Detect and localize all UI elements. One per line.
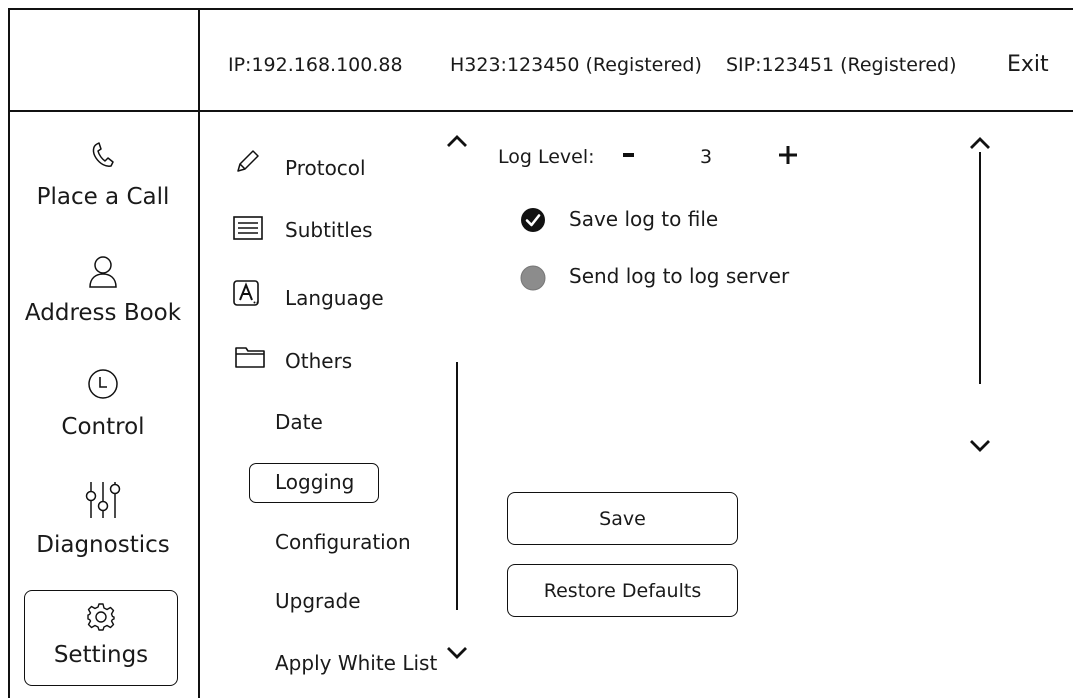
restore-defaults-button[interactable]: Restore Defaults — [507, 564, 738, 617]
sidebar-item-label: Settings — [53, 642, 149, 668]
log-level-label: Log Level: — [498, 146, 595, 168]
save-log-to-file-checkbox[interactable] — [520, 207, 546, 233]
sidebar-item-place-a-call[interactable]: Place a Call — [8, 140, 198, 210]
send-log-to-server-checkbox[interactable] — [520, 265, 546, 291]
menu-item-subtitles[interactable]: Subtitles — [285, 218, 373, 242]
phone-icon — [8, 140, 198, 170]
submenu-item-upgrade[interactable]: Upgrade — [275, 589, 361, 613]
log-level-decrease-button[interactable] — [618, 140, 642, 170]
submenu-item-date[interactable]: Date — [275, 410, 323, 434]
sidebar-item-label: Diagnostics — [36, 532, 170, 558]
panel-scrollbar[interactable] — [979, 152, 981, 384]
sidebar-item-label: Control — [61, 414, 145, 440]
menu-item-language[interactable]: Language — [285, 286, 384, 310]
sidebar-item-control[interactable]: Control — [8, 368, 198, 440]
sidebar-item-address-book[interactable]: Address Book — [8, 254, 198, 326]
sip-status: SIP:123451 (Registered) — [726, 54, 957, 76]
submenu-item-configuration[interactable]: Configuration — [275, 530, 411, 554]
h323-status: H323:123450 (Registered) — [450, 54, 702, 76]
pencil-icon — [233, 148, 261, 176]
header-divider — [8, 110, 1073, 112]
sliders-icon — [8, 480, 198, 520]
sidebar-item-settings-content[interactable]: Settings — [24, 602, 178, 668]
submenu-item-apply-white-list[interactable]: Apply White List — [275, 651, 437, 675]
menu-scroll-down-icon[interactable] — [445, 645, 469, 661]
menu-scrollbar[interactable] — [456, 362, 458, 610]
log-level-increase-button[interactable] — [776, 143, 800, 167]
panel-scroll-up-icon[interactable] — [968, 135, 992, 151]
language-icon — [233, 280, 261, 308]
menu-item-others[interactable]: Others — [285, 349, 352, 373]
folder-icon — [235, 345, 265, 369]
sidebar-divider — [198, 8, 200, 698]
menu-item-protocol[interactable]: Protocol — [285, 156, 366, 180]
sidebar-item-label: Address Book — [24, 300, 182, 326]
panel-scroll-down-icon[interactable] — [968, 438, 992, 454]
save-button[interactable]: Save — [507, 492, 738, 545]
ip-address: IP:192.168.100.88 — [228, 54, 403, 76]
submenu-item-logging[interactable]: Logging — [275, 470, 354, 494]
save-log-to-file-label: Save log to file — [569, 207, 719, 231]
send-log-to-server-label: Send log to log server — [569, 264, 790, 288]
person-icon — [8, 254, 198, 288]
exit-button[interactable]: Exit — [1007, 52, 1049, 77]
sidebar-item-diagnostics[interactable]: Diagnostics — [8, 480, 198, 558]
sidebar-item-label: Place a Call — [36, 184, 170, 210]
gear-icon — [24, 602, 178, 632]
clock-icon — [8, 368, 198, 400]
menu-scroll-up-icon[interactable] — [445, 133, 469, 149]
log-level-value: 3 — [700, 146, 713, 168]
subtitles-icon — [233, 216, 263, 240]
frame-top-border — [8, 8, 1073, 10]
